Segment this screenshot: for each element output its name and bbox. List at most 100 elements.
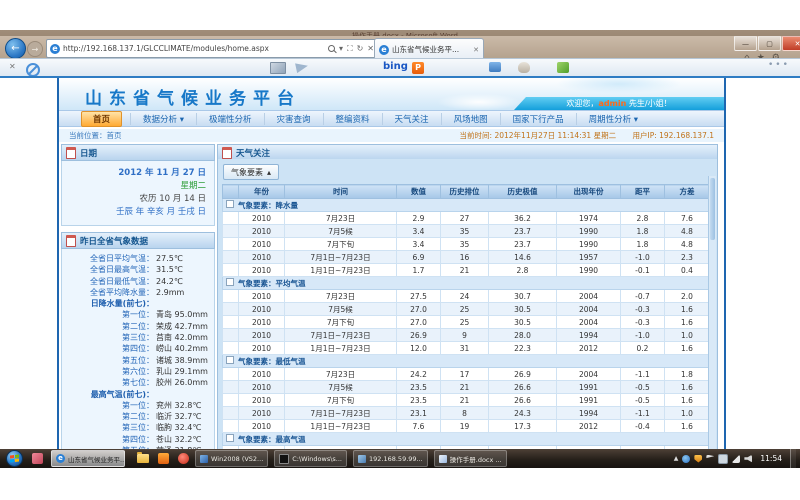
green-addon-icon[interactable] (557, 62, 569, 73)
mascot-addon-icon[interactable] (518, 62, 530, 73)
table-cell: 2010 (239, 407, 285, 420)
column-header[interactable]: 方差 (665, 185, 710, 199)
table-cell: 9 (441, 329, 489, 342)
tab-close-icon[interactable]: ✕ (473, 46, 479, 54)
tray-action-center-flag-icon[interactable] (706, 455, 714, 463)
table-row[interactable]: 20107月23日27.52430.72004-0.72.0 (223, 290, 710, 303)
element-filter-button[interactable]: 气象要素 ▴ (223, 164, 279, 180)
lead-cell (223, 368, 239, 381)
bing-logo[interactable]: bing (383, 61, 408, 72)
player-app-icon[interactable] (178, 453, 189, 464)
table-row[interactable]: 20101月1日~7月23日12.03122.320120.21.6 (223, 342, 710, 355)
address-bar[interactable]: e http://192.168.137.1/GLCCLIMATE/module… (46, 39, 378, 58)
more-options-icon[interactable]: ••• (768, 60, 790, 70)
nav-item[interactable]: 国家下行产品 (500, 113, 576, 125)
table-row[interactable]: 20107月1日~7月23日26.9928.01994-1.01.0 (223, 329, 710, 342)
taskbar-button-remote[interactable]: 192.168.59.99... (353, 450, 428, 467)
table-cell: 1.8 (665, 368, 710, 381)
table-cell: 7月1日~7月23日 (285, 251, 397, 264)
table-row[interactable]: 20107月下旬23.52126.61991-0.51.6 (223, 394, 710, 407)
group-header-row[interactable]: 气象要素：平均气温 (223, 277, 710, 290)
column-header[interactable]: 历史极值 (489, 185, 557, 199)
column-header[interactable]: 距平 (621, 185, 665, 199)
orange-addon-icon[interactable]: P (412, 62, 424, 74)
nav-item[interactable]: 风场地图 (441, 113, 500, 125)
tray-volume-icon[interactable] (744, 455, 752, 463)
column-header[interactable]: 时间 (285, 185, 397, 199)
tray-security-shield-icon[interactable] (694, 455, 702, 463)
browser-tab[interactable]: e 山东省气候业务平... ✕ (374, 38, 484, 60)
table-row[interactable]: 20107月1日~7月23日6.91614.61957-1.02.3 (223, 251, 710, 264)
camera-addon-icon[interactable] (489, 62, 501, 72)
forward-button[interactable]: → (27, 41, 43, 57)
tray-update-icon[interactable] (682, 455, 690, 463)
table-cell: 2012 (557, 420, 621, 433)
stop-icon[interactable]: ✕ (367, 44, 374, 53)
tray-expand-icon[interactable]: ▲ (674, 455, 679, 462)
command-prompt-icon (279, 454, 289, 464)
nav-item[interactable]: 首页 (81, 111, 122, 127)
table-row[interactable]: 20107月5候3.43523.719901.84.8 (223, 225, 710, 238)
column-header[interactable]: 历史排位 (441, 185, 489, 199)
table-cell: -0.3 (621, 303, 665, 316)
table-row[interactable]: 20107月下旬27.02530.52004-0.31.6 (223, 316, 710, 329)
table-row[interactable]: 20107月23日24.21726.92004-1.11.8 (223, 368, 710, 381)
table-row[interactable]: 20107月下旬3.43523.719901.84.8 (223, 238, 710, 251)
nav-item[interactable]: 数据分析 ▾ (130, 113, 196, 125)
nav-item[interactable]: 整编资料 (323, 113, 382, 125)
taskbar-button-win2008[interactable]: Win2008 (VS2... (195, 450, 268, 467)
column-header[interactable]: 数值 (397, 185, 441, 199)
taskbar-button-word[interactable]: 操作手册.docx ... (434, 450, 507, 467)
taskbar-ie-button[interactable]: e 山东省气候业务平... (51, 450, 125, 467)
blocked-content-icon[interactable] (26, 63, 40, 77)
nav-item[interactable]: 极端性分析 (196, 113, 264, 125)
table-row[interactable]: 20101月1日~7月23日1.7212.81990-0.10.4 (223, 264, 710, 277)
show-desktop-button[interactable] (790, 449, 796, 468)
media-app-icon[interactable] (158, 453, 169, 464)
group-checkbox[interactable] (226, 200, 234, 208)
photo-cards-icon[interactable] (270, 62, 286, 74)
url-text[interactable]: http://192.168.137.1/GLCCLIMATE/modules/… (63, 44, 325, 53)
column-header[interactable]: 出现年份 (557, 185, 621, 199)
start-button[interactable] (6, 450, 23, 467)
lead-cell (223, 225, 239, 238)
nav-item[interactable]: 周期性分析 ▾ (576, 113, 650, 125)
main-scrollbar[interactable] (708, 176, 716, 468)
taskbar-clock[interactable]: 11:54 (760, 454, 782, 463)
paper-plane-icon[interactable] (295, 61, 309, 73)
table-cell: 1月1日~7月23日 (285, 264, 397, 277)
table-cell: 23.7 (489, 225, 557, 238)
maximize-button[interactable]: ▢ (758, 36, 781, 51)
minimize-button[interactable]: — (734, 36, 757, 51)
taskbar-button-cmd[interactable]: C:\Windows\s... (274, 450, 347, 467)
pinned-app-icon[interactable] (32, 453, 43, 464)
group-header-row[interactable]: 气象要素：最低气温 (223, 355, 710, 368)
column-header[interactable]: 年份 (239, 185, 285, 199)
table-row[interactable]: 20107月5候27.02530.52004-0.31.6 (223, 303, 710, 316)
tray-display-icon[interactable] (718, 454, 728, 464)
table-row[interactable]: 20107月1日~7月23日23.1824.31994-1.11.0 (223, 407, 710, 420)
back-button[interactable]: ← (5, 38, 26, 59)
group-checkbox[interactable] (226, 278, 234, 286)
group-header-row[interactable]: 气象要素：降水量 (223, 199, 710, 212)
toolbar-close-icon[interactable]: ✕ (9, 62, 16, 71)
tab-title[interactable]: 山东省气候业务平... (392, 44, 470, 55)
scrollbar-thumb[interactable] (710, 178, 715, 240)
table-row[interactable]: 20107月5候23.52126.61991-0.51.6 (223, 381, 710, 394)
group-checkbox[interactable] (226, 356, 234, 364)
stat-value: 莒南 42.0mm (154, 332, 208, 343)
nav-item[interactable]: 天气关注 (382, 113, 441, 125)
tray-network-icon[interactable] (732, 455, 740, 463)
group-checkbox[interactable] (226, 434, 234, 442)
table-row[interactable]: 20107月23日2.92736.219742.87.6 (223, 212, 710, 225)
close-button[interactable]: ✕ (782, 36, 800, 51)
compatibility-view-icon[interactable]: ⛶ (347, 44, 353, 54)
table-cell: 30.5 (489, 303, 557, 316)
dropdown-arrow-icon[interactable]: ▾ (339, 44, 343, 53)
nav-item[interactable]: 灾害查询 (264, 113, 323, 125)
table-row[interactable]: 20101月1日~7月23日7.61917.32012-0.41.6 (223, 420, 710, 433)
explorer-folder-icon[interactable] (137, 454, 149, 463)
refresh-icon[interactable]: ↻ (357, 44, 364, 53)
group-header-row[interactable]: 气象要素：最高气温 (223, 433, 710, 446)
search-icon[interactable] (328, 45, 335, 52)
